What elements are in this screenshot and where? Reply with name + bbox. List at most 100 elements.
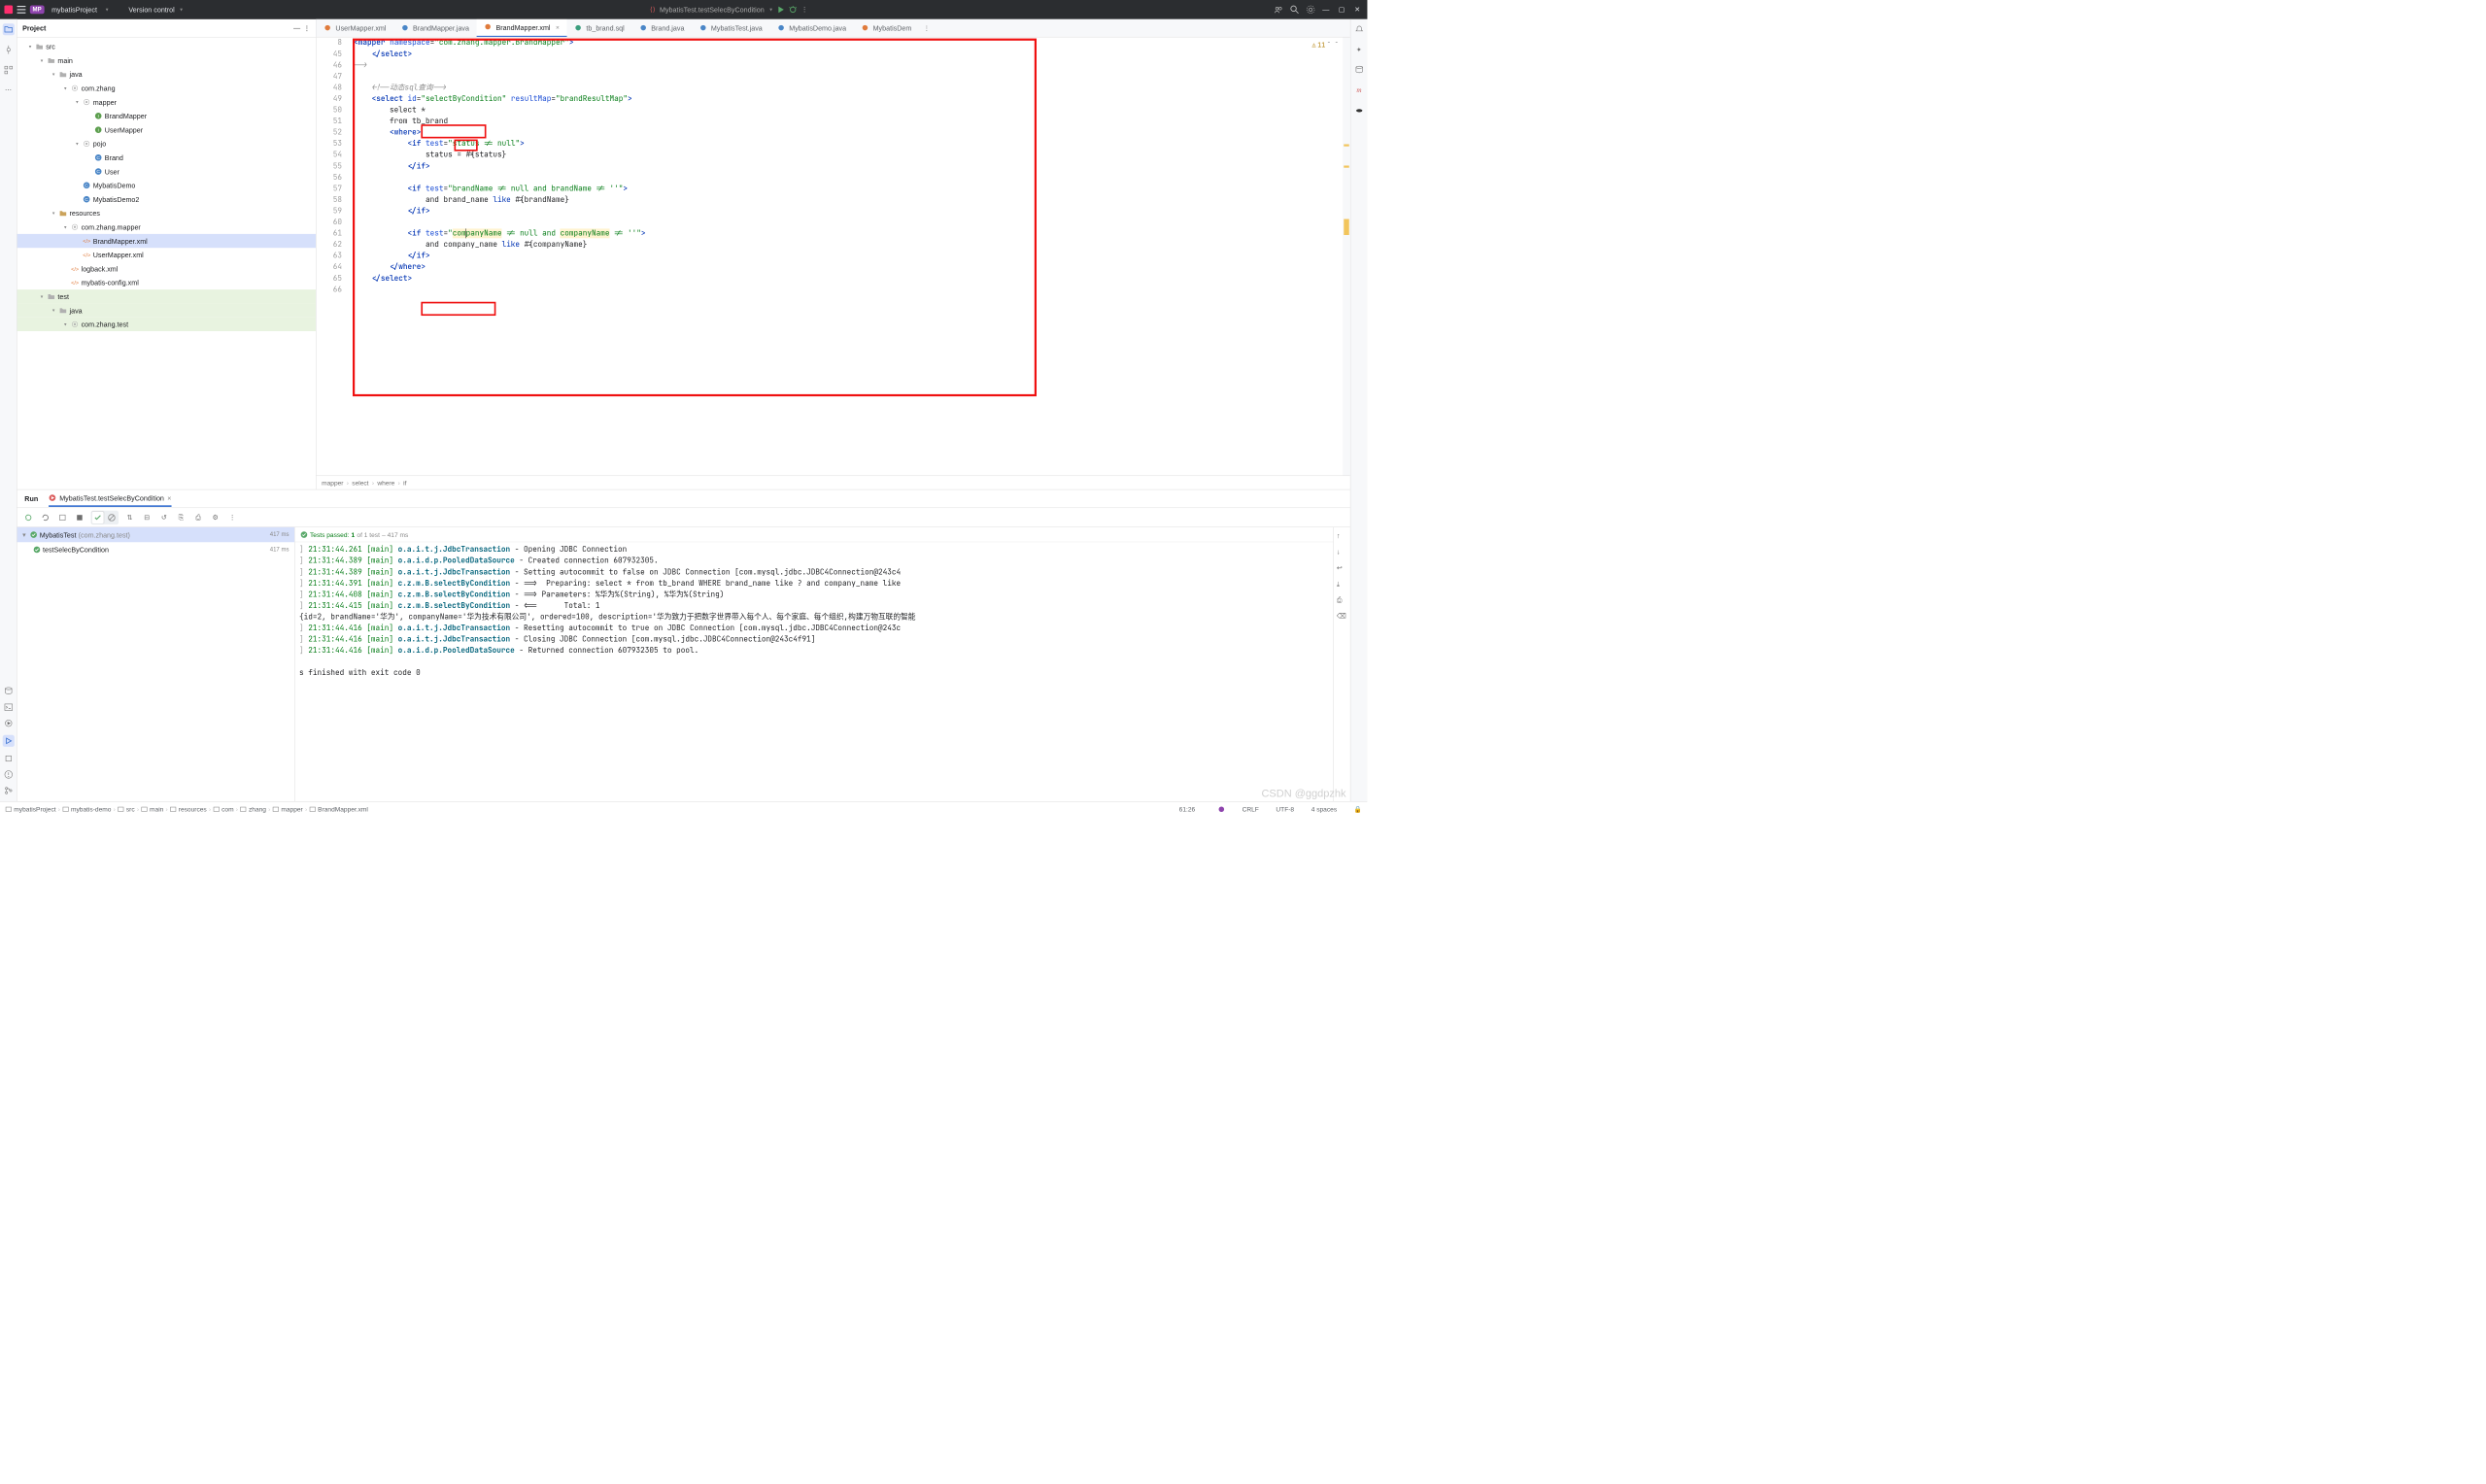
tab-MybatisDem[interactable]: MybatisDem <box>854 19 919 37</box>
print-icon[interactable]: ⎙ <box>1337 595 1347 606</box>
chevron-down-icon[interactable]: ▾ <box>105 7 110 13</box>
search-icon[interactable] <box>1290 6 1299 15</box>
tree-item-Brand[interactable]: CBrand <box>17 151 316 164</box>
error-stripe[interactable] <box>1343 38 1350 476</box>
nav-item[interactable]: src <box>118 805 135 813</box>
tree-item-testjava[interactable]: ▾java <box>17 303 316 317</box>
expand-button[interactable]: ⊟ <box>141 512 153 523</box>
navigation-bar[interactable]: mybatisProject›mybatis-demo›src›main›res… <box>6 805 368 813</box>
sort-button[interactable]: ⇅ <box>124 512 136 523</box>
minimize-icon[interactable]: — <box>1322 6 1331 15</box>
import-button[interactable]: ⎘ <box>175 512 187 523</box>
database-tool-button[interactable] <box>4 687 13 695</box>
clear-icon[interactable]: ⌫ <box>1337 612 1347 623</box>
tree-item-test[interactable]: ▾test <box>17 289 316 303</box>
tab-UserMapper.xml[interactable]: UserMapper.xml <box>317 19 394 37</box>
mybatis-icon[interactable] <box>1353 105 1365 117</box>
tab-BrandMapper.java[interactable]: BrandMapper.java <box>393 19 477 37</box>
tree-item-MybatisDemo2[interactable]: CMybatisDemo2 <box>17 192 316 206</box>
breadcrumb-item[interactable]: where <box>377 479 394 487</box>
chevron-down-icon[interactable]: ▾ <box>768 7 773 13</box>
services-tool-button[interactable] <box>4 719 13 727</box>
up-icon[interactable]: ↑ <box>1337 531 1347 542</box>
build-tool-button[interactable] <box>4 755 13 763</box>
tabs-more[interactable]: ⋮ <box>919 23 935 32</box>
down-icon[interactable]: ↓ <box>1337 548 1347 558</box>
tab-BrandMapper.xml[interactable]: BrandMapper.xml× <box>477 19 567 37</box>
line-separator[interactable]: CRLF <box>1243 805 1259 813</box>
breadcrumb-item[interactable]: if <box>403 479 406 487</box>
run-config-selector[interactable]: MybatisTest.testSelecByCondition <box>660 6 765 14</box>
breadcrumbs[interactable]: mapper›select›where›if <box>317 476 1350 489</box>
tree-item-main[interactable]: ▾main <box>17 53 316 67</box>
project-tool-button[interactable] <box>2 23 14 35</box>
scroll-end-icon[interactable]: ⤓ <box>1337 580 1347 590</box>
nav-item[interactable]: mapper <box>273 805 303 813</box>
run-tool-button[interactable] <box>3 735 15 747</box>
tree-item-MybatisDemo[interactable]: CMybatisDemo <box>17 179 316 192</box>
settings-icon[interactable] <box>1307 6 1315 15</box>
maven-icon[interactable]: m <box>1353 84 1365 96</box>
toggle-auto-button[interactable] <box>56 512 68 523</box>
terminal-tool-button[interactable] <box>4 703 13 712</box>
run-config-tab[interactable]: MybatisTest.testSelecByCondition × <box>49 490 171 506</box>
test-tree[interactable]: ▾ MybatisTest (com.zhang.test) 417 ms te… <box>17 527 295 801</box>
nav-item[interactable]: main <box>141 805 163 813</box>
version-control[interactable]: Version control <box>128 6 174 14</box>
close-icon[interactable]: ✕ <box>1354 6 1363 15</box>
code-with-me-icon[interactable] <box>1275 6 1283 15</box>
notifications-icon[interactable] <box>1353 23 1365 35</box>
rerun-button[interactable] <box>22 512 34 523</box>
tree-item-mybatiscfg[interactable]: </>mybatis-config.xml <box>17 276 316 289</box>
encoding[interactable]: UTF-8 <box>1276 805 1294 813</box>
debug-button[interactable] <box>790 6 798 14</box>
more-icon[interactable]: ⋮ <box>303 23 310 32</box>
more-tool-button[interactable]: ⋯ <box>2 84 14 96</box>
soft-wrap-icon[interactable]: ↩ <box>1337 563 1347 574</box>
structure-tool-button[interactable] <box>2 64 14 76</box>
more-icon[interactable]: ⋮ <box>226 512 238 523</box>
project-tree[interactable]: ▾src▾main▾java▾com.zhang▾mapperIBrandMap… <box>17 38 316 489</box>
more-icon[interactable]: ⋮ <box>801 6 808 15</box>
editor[interactable]: ⚠ 11 ˆ ˇ 8454647484950515253545556575859… <box>317 38 1350 476</box>
tree-item-logback[interactable]: </>logback.xml <box>17 262 316 276</box>
nav-item[interactable]: com <box>213 805 233 813</box>
stop-button[interactable] <box>74 512 85 523</box>
nav-item[interactable]: zhang <box>240 805 266 813</box>
ai-icon[interactable]: ✦ <box>1353 44 1365 55</box>
caret-position[interactable]: 61:26 <box>1179 805 1196 813</box>
show-passed-button[interactable] <box>92 512 104 523</box>
project-name[interactable]: mybatisProject <box>49 6 100 14</box>
commit-tool-button[interactable] <box>2 44 14 55</box>
indent[interactable]: 4 spaces <box>1311 805 1337 813</box>
readonly-icon[interactable]: 🔒 <box>1354 805 1362 813</box>
tree-item-comzhangtest[interactable]: ▾com.zhang.test <box>17 318 316 331</box>
show-ignored-button[interactable] <box>106 512 118 523</box>
tab-tb_brand.sql[interactable]: tb_brand.sql <box>567 19 632 37</box>
tree-item-User[interactable]: CUser <box>17 164 316 178</box>
nav-item[interactable]: resources <box>170 805 207 813</box>
tree-item-comzhang[interactable]: ▾com.zhang <box>17 82 316 95</box>
tree-item-resources[interactable]: ▾resources <box>17 206 316 219</box>
settings-icon[interactable]: ⚙ <box>210 512 221 523</box>
tree-item-UserMapperXml[interactable]: </>UserMapper.xml <box>17 248 316 261</box>
ai-status-icon[interactable] <box>1217 805 1225 813</box>
vcs-tool-button[interactable] <box>4 787 13 795</box>
maximize-icon[interactable]: ▢ <box>1339 6 1347 15</box>
collapse-icon[interactable]: — <box>290 24 304 32</box>
rerun-failed-button[interactable] <box>40 512 51 523</box>
export-button[interactable]: ⎙ <box>192 512 204 523</box>
run-button[interactable] <box>777 6 785 14</box>
tree-item-java[interactable]: ▾java <box>17 67 316 81</box>
problems-tool-button[interactable] <box>4 770 13 779</box>
console-output[interactable]: ] 21:31:44.261 [main] o.a.i.t.j.JdbcTran… <box>295 542 1334 801</box>
chevron-down-icon[interactable]: ▾ <box>179 7 184 13</box>
tree-item-BrandMapper[interactable]: IBrandMapper <box>17 109 316 122</box>
tab-Brand.java[interactable]: Brand.java <box>631 19 692 37</box>
nav-item[interactable]: BrandMapper.xml <box>309 805 368 813</box>
history-button[interactable]: ↺ <box>158 512 170 523</box>
tree-item-pojo[interactable]: ▾pojo <box>17 137 316 151</box>
hamburger-icon[interactable] <box>17 6 26 15</box>
tree-item-UserMapper[interactable]: IUserMapper <box>17 123 316 137</box>
breadcrumb-item[interactable]: select <box>352 479 368 487</box>
